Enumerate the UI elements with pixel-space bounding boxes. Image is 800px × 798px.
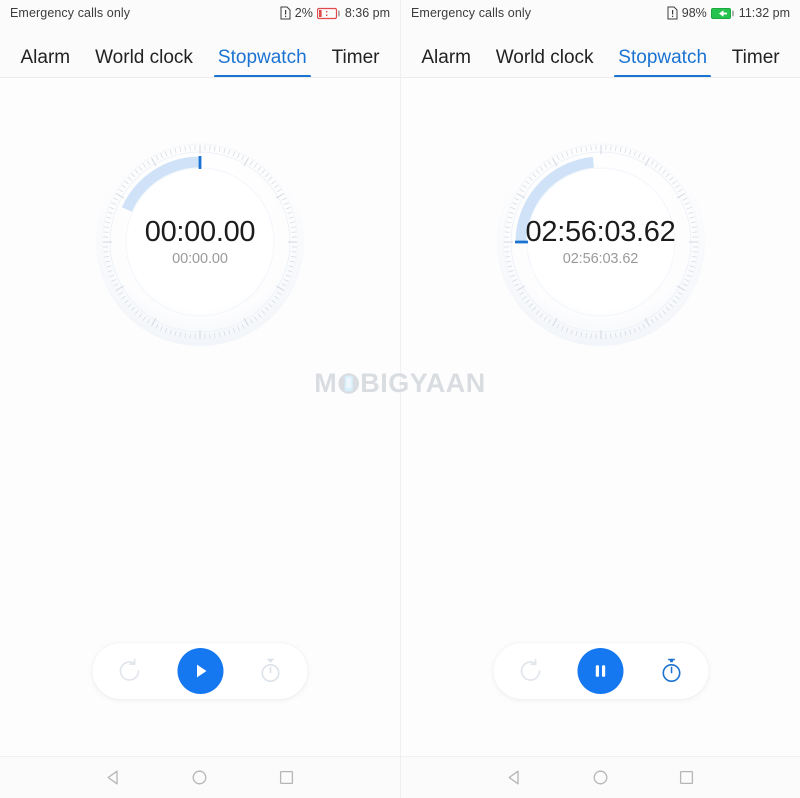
battery-percent-label: 98%	[681, 6, 707, 20]
stopwatch-content: 00:00.00 00:00.00	[0, 78, 400, 756]
progress-marker	[514, 240, 528, 244]
stopwatch-dial-graphic	[96, 138, 304, 346]
stopwatch-dial-graphic	[496, 138, 705, 346]
stopwatch-dial[interactable]: 00:00.00 00:00.00	[94, 136, 306, 348]
home-circle-icon	[593, 770, 608, 785]
battery-low-icon	[316, 7, 340, 19]
stopwatch-icon	[261, 658, 280, 682]
lap-button[interactable]	[258, 658, 284, 684]
phone-screen-left: Emergency calls only 2% 8:36 pm Alarm Wo…	[0, 0, 400, 798]
home-circle-icon	[193, 770, 207, 785]
reset-icon	[520, 658, 540, 681]
tab-timer[interactable]: Timer	[328, 47, 384, 78]
status-bar: Emergency calls only 2% 8:36 pm	[0, 0, 400, 26]
tab-world-clock-label: World clock	[95, 47, 193, 68]
pause-icon	[595, 665, 606, 677]
status-icons: 2% 8:36 pm	[280, 6, 390, 20]
stopwatch-icon	[662, 658, 680, 682]
progress-marker	[198, 156, 202, 169]
tab-stopwatch-label: Stopwatch	[618, 47, 708, 68]
nav-recents-button[interactable]	[278, 769, 295, 786]
tab-timer-label: Timer	[331, 47, 380, 68]
tab-world-clock[interactable]: World clock	[91, 47, 197, 78]
sim-alert-icon	[280, 6, 291, 20]
tab-alarm-label: Alarm	[20, 47, 71, 68]
tab-stopwatch[interactable]: Stopwatch	[614, 47, 712, 78]
stopwatch-content: 02:56:03.62 02:56:03.62	[401, 78, 800, 756]
stopwatch-controls	[493, 643, 708, 699]
start-button[interactable]	[177, 648, 223, 694]
dual-screenshot: Emergency calls only 2% 8:36 pm Alarm Wo…	[0, 0, 800, 798]
reset-icon	[119, 658, 140, 681]
tab-world-clock[interactable]: World clock	[492, 47, 598, 78]
nav-recents-button[interactable]	[678, 769, 695, 786]
carrier-label: Emergency calls only	[10, 6, 131, 20]
sim-alert-icon	[667, 6, 678, 20]
recents-square-icon	[280, 770, 294, 785]
tab-timer[interactable]: Timer	[728, 47, 784, 78]
battery-charging-icon	[710, 7, 734, 19]
status-bar: Emergency calls only 98% 11:32 pm	[401, 0, 800, 26]
nav-home-button[interactable]	[191, 769, 208, 786]
phone-screen-right: Emergency calls only 98% 11:32 pm Alarm …	[400, 0, 800, 798]
battery-percent-label: 2%	[294, 6, 313, 20]
tab-stopwatch[interactable]: Stopwatch	[213, 47, 311, 78]
back-triangle-icon	[508, 770, 519, 785]
pause-button[interactable]	[577, 648, 624, 694]
nav-back-button[interactable]	[506, 769, 523, 786]
stopwatch-controls	[92, 643, 308, 699]
tab-stopwatch-label: Stopwatch	[217, 47, 307, 68]
status-clock: 8:36 pm	[344, 6, 390, 20]
tab-alarm[interactable]: Alarm	[417, 47, 475, 78]
tab-alarm[interactable]: Alarm	[16, 47, 74, 78]
android-nav-bar	[0, 756, 400, 798]
tab-bar: Alarm World clock Stopwatch Timer	[0, 26, 400, 78]
tab-bar: Alarm World clock Stopwatch Timer	[401, 26, 800, 78]
status-icons: 98% 11:32 pm	[667, 6, 790, 20]
status-clock: 11:32 pm	[738, 6, 790, 20]
android-nav-bar	[401, 756, 800, 798]
play-icon	[196, 664, 206, 678]
lap-button[interactable]	[658, 658, 684, 684]
recents-square-icon	[680, 770, 694, 785]
nav-home-button[interactable]	[592, 769, 609, 786]
tab-alarm-label: Alarm	[421, 47, 471, 68]
tab-world-clock-label: World clock	[495, 47, 594, 68]
reset-button[interactable]	[517, 658, 543, 684]
tab-timer-label: Timer	[731, 47, 780, 68]
reset-button[interactable]	[117, 658, 143, 684]
back-triangle-icon	[107, 770, 118, 785]
nav-back-button[interactable]	[105, 769, 122, 786]
carrier-label: Emergency calls only	[411, 6, 532, 20]
stopwatch-dial[interactable]: 02:56:03.62 02:56:03.62	[495, 136, 707, 348]
